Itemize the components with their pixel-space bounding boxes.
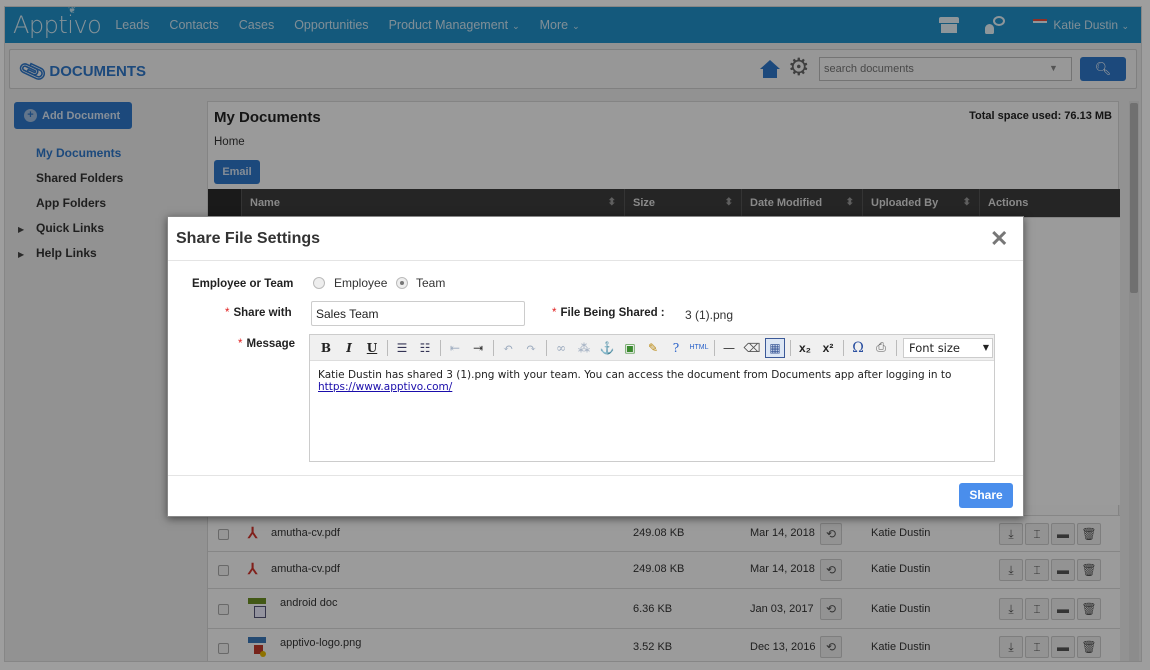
share-with-label: * Share with (225, 307, 292, 319)
unlink-icon[interactable]: ⁂ (574, 338, 594, 358)
toolbar-separator (440, 339, 441, 356)
required-asterisk: * (225, 307, 230, 319)
eraser-icon[interactable]: ⌫ (742, 338, 762, 358)
radio-employee-label[interactable]: Employee (334, 276, 387, 290)
special-character-icon[interactable]: Ω (848, 338, 868, 358)
subscript-icon[interactable]: x₂ (795, 338, 815, 358)
toolbar-separator (714, 339, 715, 356)
underline-icon[interactable]: U (362, 338, 382, 358)
radio-employee[interactable] (313, 277, 325, 289)
font-size-select[interactable]: Font size ▼ (903, 337, 993, 358)
numbered-list-icon[interactable]: ☷ (415, 338, 435, 358)
font-size-label: Font size (909, 340, 960, 355)
toolbar-separator (896, 339, 897, 356)
dialog-title: Share File Settings (176, 230, 321, 247)
message-body[interactable]: Katie Dustin has shared 3 (1).png with y… (318, 369, 986, 393)
toolbar-separator (843, 339, 844, 356)
html-source-icon[interactable]: HTML (689, 338, 709, 358)
message-editor: B I U ☰ ☷ ⇤ ⇥ ↶ ↷ ∞ ⁂ ⚓ ▣ ✎ ? HTML — ⌫ ▦… (309, 334, 995, 462)
required-asterisk: * (238, 338, 243, 350)
table-icon[interactable]: ▦ (765, 337, 785, 358)
anchor-icon[interactable]: ⚓ (597, 338, 617, 358)
toolbar-separator (546, 339, 547, 356)
divider (168, 475, 1023, 476)
toolbar-separator (493, 339, 494, 356)
bold-icon[interactable]: B (316, 338, 336, 358)
editor-toolbar: B I U ☰ ☷ ⇤ ⇥ ↶ ↷ ∞ ⁂ ⚓ ▣ ✎ ? HTML — ⌫ ▦… (310, 335, 994, 361)
required-asterisk: * (552, 307, 557, 319)
radio-team-label[interactable]: Team (416, 276, 445, 290)
italic-icon[interactable]: I (339, 338, 359, 358)
link-icon[interactable]: ∞ (551, 338, 571, 358)
divider (168, 260, 1023, 261)
redo-icon[interactable]: ↷ (521, 338, 541, 358)
employee-or-team-label: Employee or Team (192, 278, 294, 290)
cleanup-brush-icon[interactable]: ✎ (643, 338, 663, 358)
superscript-icon[interactable]: x² (818, 338, 838, 358)
message-label: * Message (238, 338, 295, 350)
help-icon[interactable]: ? (666, 338, 686, 358)
dropdown-caret-icon: ▼ (982, 342, 989, 352)
undo-icon[interactable]: ↶ (498, 338, 518, 358)
file-being-shared-value: 3 (1).png (685, 308, 734, 322)
outdent-icon[interactable]: ⇤ (445, 338, 465, 358)
horizontal-rule-icon[interactable]: — (719, 338, 739, 358)
radio-team[interactable] (396, 277, 408, 289)
toolbar-separator (790, 339, 791, 356)
indent-icon[interactable]: ⇥ (468, 338, 488, 358)
file-being-shared-label: * File Being Shared : (552, 307, 665, 319)
print-icon[interactable]: ⎙ (871, 338, 891, 358)
file-label-text: File Being Shared : (560, 307, 665, 319)
share-button[interactable]: Share (959, 483, 1013, 508)
share-file-settings-dialog: Share File Settings ✕ Employee or Team E… (167, 216, 1024, 517)
image-icon[interactable]: ▣ (620, 338, 640, 358)
share-with-label-text: Share with (233, 307, 292, 319)
close-icon[interactable]: ✕ (990, 228, 1008, 250)
share-with-input[interactable] (311, 301, 525, 326)
toolbar-separator (387, 339, 388, 356)
apptivo-link[interactable]: https://www.apptivo.com/ (318, 381, 452, 393)
message-label-text: Message (246, 338, 296, 350)
message-text: Katie Dustin has shared 3 (1).png with y… (318, 369, 952, 381)
bulleted-list-icon[interactable]: ☰ (392, 338, 412, 358)
